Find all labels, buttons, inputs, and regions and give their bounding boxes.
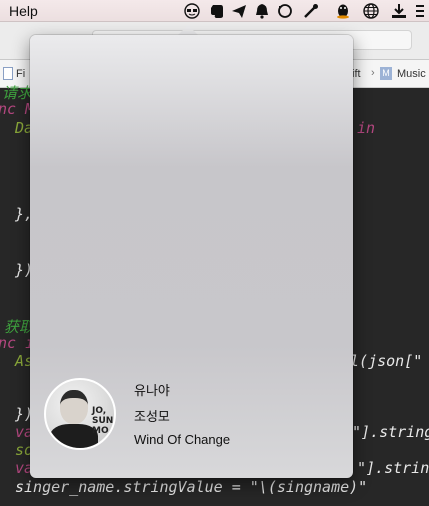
file-icon	[3, 67, 13, 80]
code-fragment: singer_name.stringValue = "\(singname)"	[15, 478, 368, 496]
help-menu[interactable]: Help	[9, 3, 38, 19]
jump-bar-file[interactable]: Fi	[16, 68, 25, 80]
code-fragment: "].string	[352, 423, 429, 441]
music-tool-icon[interactable]	[302, 2, 320, 20]
evernote-icon[interactable]	[208, 2, 226, 20]
popover-arrow	[178, 25, 198, 35]
artist-avatar[interactable]: JO, SUNG MO	[44, 378, 116, 450]
now-playing-popover: JO, SUNG MO 유나야 조성모 Wind Of Change	[30, 35, 353, 478]
avatar-caption: JO, SUNG MO	[92, 406, 114, 436]
avatar-figure-body	[50, 424, 98, 448]
bell-icon[interactable]	[253, 2, 271, 20]
avatar-figure-head	[60, 390, 88, 424]
code-fragment: rl(json["	[341, 352, 423, 370]
cool-face-icon[interactable]	[183, 2, 201, 20]
penguin-icon[interactable]	[334, 2, 352, 20]
jump-bar-crumb[interactable]: ift	[352, 68, 361, 80]
artist-alt-name: 조성모	[134, 409, 170, 424]
group-badge-icon: M	[380, 67, 392, 80]
menu-bar: Help	[0, 0, 429, 22]
chevron-right-icon: ›	[371, 67, 375, 79]
paper-plane-icon[interactable]	[230, 2, 248, 20]
artist-name: 유나야	[134, 383, 170, 398]
extra-icon[interactable]	[412, 2, 429, 20]
sync-icon[interactable]	[276, 2, 294, 20]
code-fragment: nc i	[0, 334, 35, 352]
song-title: Wind Of Change	[134, 432, 231, 447]
code-fragment: in	[357, 119, 376, 137]
jump-bar-group[interactable]: Music	[397, 68, 426, 80]
globe-icon[interactable]	[362, 2, 380, 20]
code-fragment: nc M	[0, 100, 35, 118]
download-icon[interactable]	[390, 2, 408, 20]
code-fragment: "].strin	[357, 459, 429, 477]
